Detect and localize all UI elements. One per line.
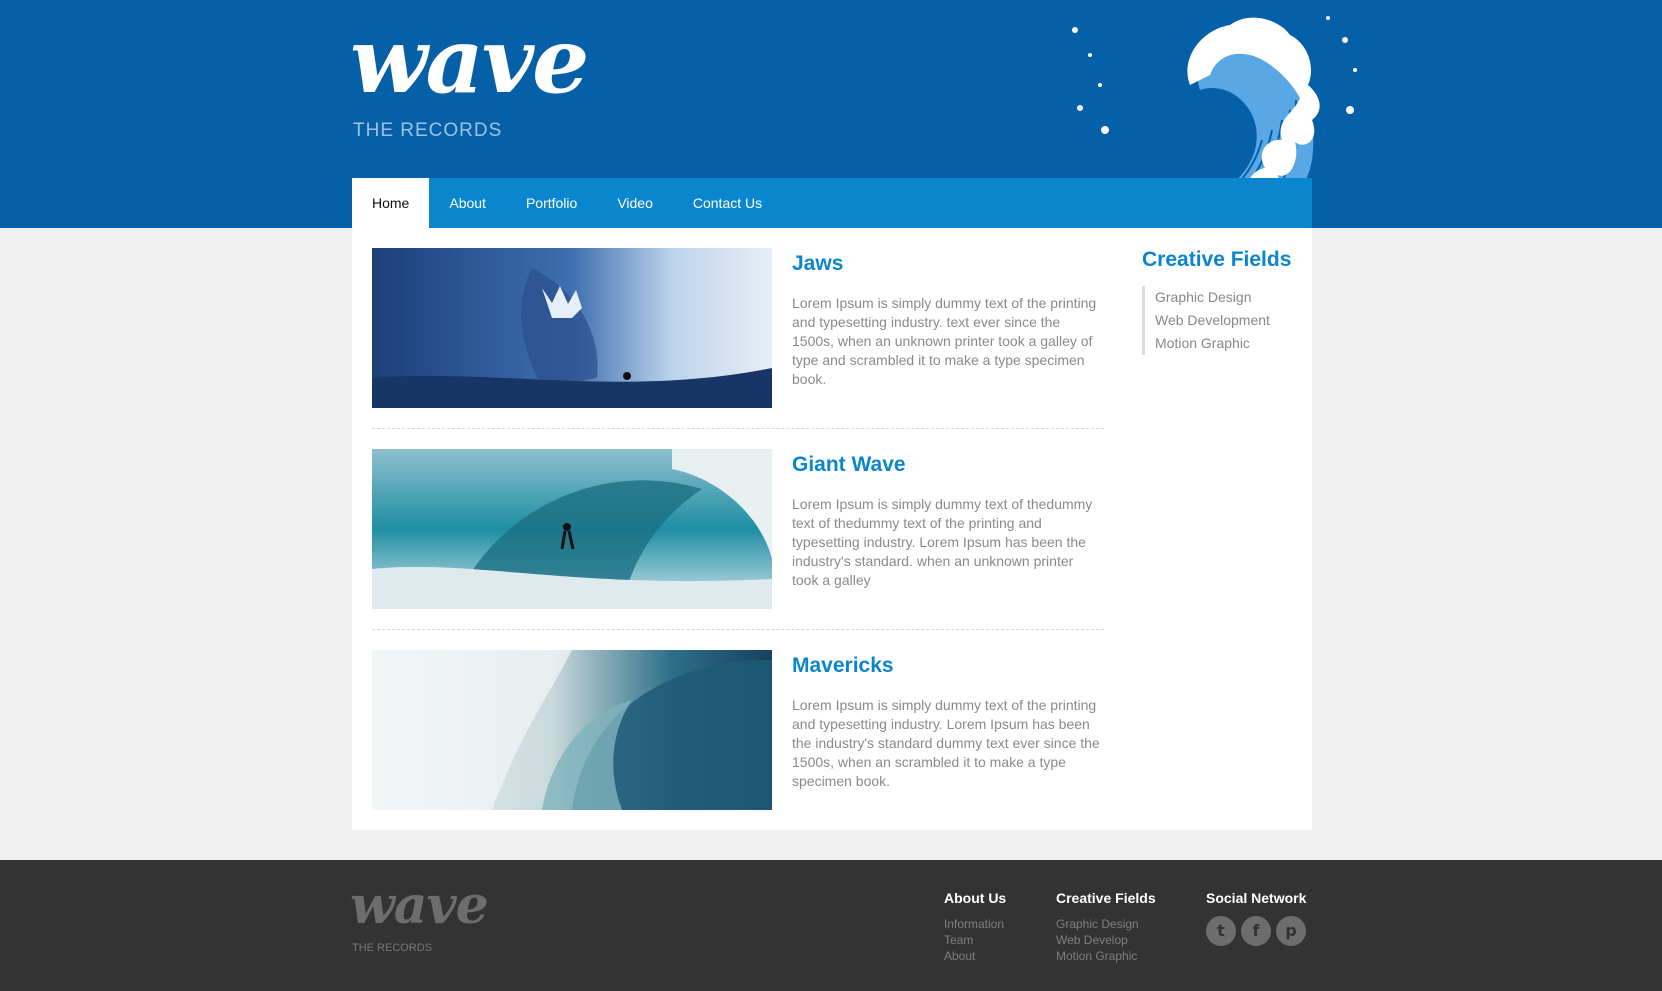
footer-link-about[interactable]: About xyxy=(944,948,1006,964)
site-tagline: THE RECORDS xyxy=(353,120,503,141)
post-text-jaws: Lorem Ipsum is simply dummy text of the … xyxy=(792,295,1097,387)
sidebar-item-graphic-design[interactable]: Graphic Design xyxy=(1155,286,1315,309)
sidebar-item-motion-graphic[interactable]: Motion Graphic xyxy=(1155,332,1315,355)
post-text-mavericks: Lorem Ipsum is simply dummy text of the … xyxy=(792,697,1100,789)
post-title-jaws[interactable]: Jaws xyxy=(792,252,843,276)
main-content: Jaws Lorem Ipsum is simply dummy text of… xyxy=(352,228,1312,830)
post-image-giant-wave[interactable] xyxy=(372,449,772,609)
footer-about-column: About Us Information Team About xyxy=(944,890,1006,964)
post-image-mavericks[interactable] xyxy=(372,650,772,810)
footer-social-title: Social Network xyxy=(1206,890,1307,906)
nav-contact-us[interactable]: Contact Us xyxy=(673,178,782,228)
pinterest-icon[interactable]: p xyxy=(1276,916,1306,946)
post-divider xyxy=(372,428,1104,429)
footer-about-title: About Us xyxy=(944,890,1007,906)
sidebar-list: Graphic Design Web Development Motion Gr… xyxy=(1142,286,1315,355)
footer-link-web-develop[interactable]: Web Develop xyxy=(1056,932,1156,948)
post-giant-wave: Giant Wave Lorem Ipsum is simply dummy t… xyxy=(372,449,1102,609)
site-footer: wave THE RECORDS About Us Information Te… xyxy=(0,860,1662,991)
footer-creative-title: Creative Fields xyxy=(1056,890,1156,906)
twitter-icon[interactable]: t xyxy=(1206,916,1236,946)
footer-link-information[interactable]: Information xyxy=(944,916,1006,932)
facebook-icon[interactable]: f xyxy=(1241,916,1271,946)
footer-link-graphic-design[interactable]: Graphic Design xyxy=(1056,916,1156,932)
post-image-jaws[interactable] xyxy=(372,248,772,408)
site-header: wave THE RECORDS Home About Portfolio Vi… xyxy=(0,0,1662,228)
post-title-giant-wave[interactable]: Giant Wave xyxy=(792,453,906,477)
footer-creative-column: Creative Fields Graphic Design Web Devel… xyxy=(1056,890,1156,964)
post-divider xyxy=(372,629,1104,630)
nav-video[interactable]: Video xyxy=(597,178,673,228)
site-logo[interactable]: wave xyxy=(350,16,589,106)
nav-portfolio[interactable]: Portfolio xyxy=(506,178,597,228)
footer-logo[interactable]: wave xyxy=(350,880,489,932)
post-mavericks: Mavericks Lorem Ipsum is simply dummy te… xyxy=(372,650,1102,810)
nav-home[interactable]: Home xyxy=(352,178,430,228)
post-jaws: Jaws Lorem Ipsum is simply dummy text of… xyxy=(372,248,1102,408)
post-title-mavericks[interactable]: Mavericks xyxy=(792,654,894,678)
footer-link-motion-graphic[interactable]: Motion Graphic xyxy=(1056,948,1156,964)
post-text-giant-wave: Lorem Ipsum is simply dummy text of thed… xyxy=(792,496,1093,588)
main-nav: Home About Portfolio Video Contact Us xyxy=(352,178,782,228)
footer-social-column: Social Network t f p xyxy=(1206,890,1306,946)
nav-about[interactable]: About xyxy=(429,178,506,228)
sidebar-item-web-development[interactable]: Web Development xyxy=(1155,309,1315,332)
social-icons: t f p xyxy=(1206,916,1306,946)
footer-tagline: THE RECORDS xyxy=(352,942,433,954)
sidebar-title: Creative Fields xyxy=(1142,248,1292,271)
footer-link-team[interactable]: Team xyxy=(944,932,1006,948)
